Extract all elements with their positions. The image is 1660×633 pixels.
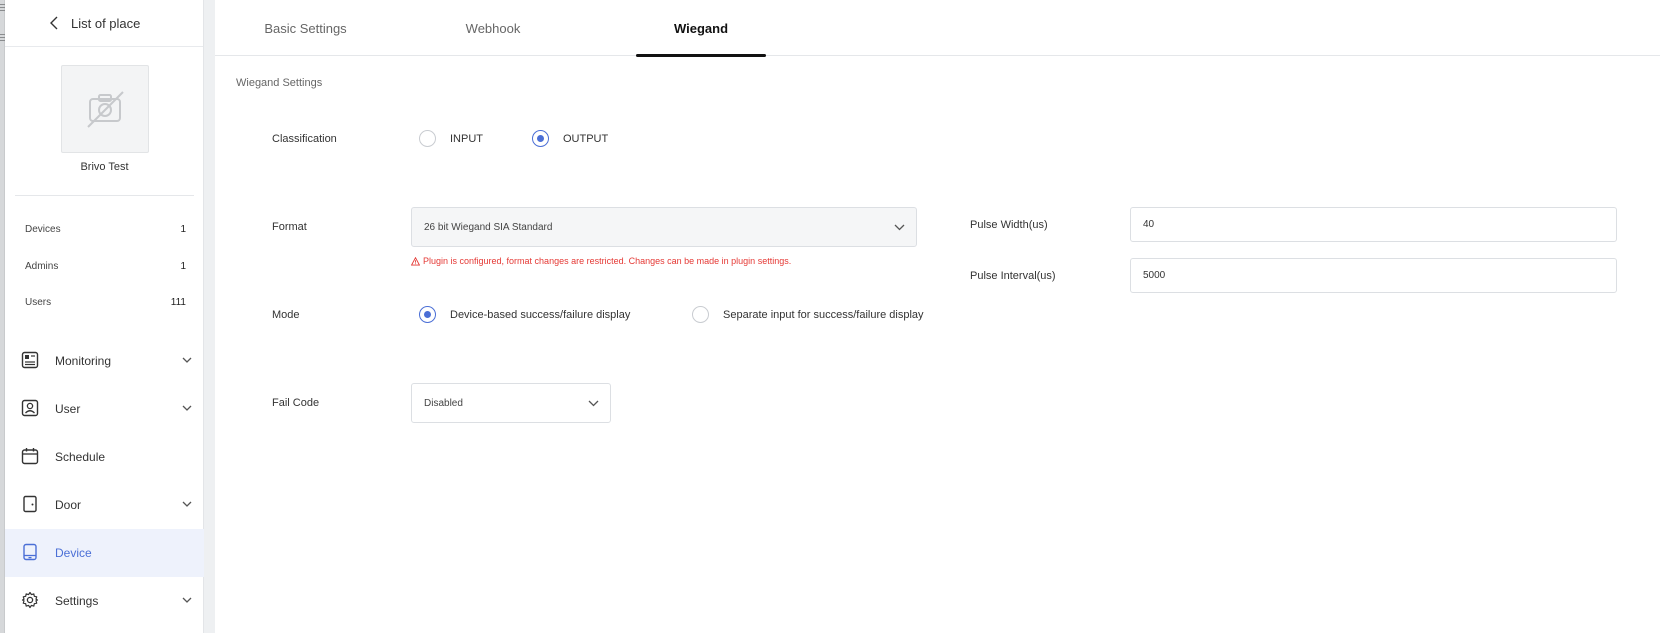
sidebar-item-label: Monitoring <box>55 354 112 368</box>
sidebar-item-monitoring[interactable]: Monitoring <box>5 337 204 385</box>
radio-dot <box>692 306 709 323</box>
pulse-width-input[interactable] <box>1130 207 1617 242</box>
fail-code-value: Disabled <box>424 397 463 409</box>
place-photo-placeholder <box>61 65 149 153</box>
radio-label: Device-based success/failure display <box>450 308 631 321</box>
stat-label: Users <box>25 297 52 308</box>
sidebar: List of place Brivo Test Devices 1 Admin… <box>5 0 204 633</box>
main-content: Basic Settings Webhook Wiegand Wiegand S… <box>215 0 1660 633</box>
sidebar-item-device[interactable]: Device <box>5 529 204 577</box>
pulse-interval-input[interactable] <box>1130 258 1617 293</box>
format-label: Format <box>272 221 307 233</box>
chevron-down-icon <box>588 400 599 407</box>
gear-icon <box>21 591 39 609</box>
monitoring-icon <box>21 351 39 369</box>
format-warning: Plugin is configured, format changes are… <box>411 256 791 266</box>
radio-dot <box>419 130 436 147</box>
stat-users: Users 111 <box>25 297 186 308</box>
fail-code-select[interactable]: Disabled <box>411 383 611 423</box>
format-value: 26 bit Wiegand SIA Standard <box>424 221 553 233</box>
back-label: List of place <box>71 15 141 31</box>
classification-label: Classification <box>272 133 337 145</box>
chevron-down-icon <box>182 357 192 363</box>
tab-bar: Basic Settings Webhook Wiegand <box>215 0 1660 57</box>
stat-value: 1 <box>180 224 186 235</box>
radio-dot <box>532 130 549 147</box>
sidebar-item-label: User <box>55 402 81 416</box>
warning-icon <box>411 256 420 266</box>
calendar-icon <box>21 448 39 465</box>
sidebar-item-settings[interactable]: Settings <box>5 577 204 625</box>
tab-wiegand[interactable]: Wiegand <box>636 0 766 57</box>
radio-label: INPUT <box>450 132 483 145</box>
radio-output[interactable]: OUTPUT <box>532 130 608 147</box>
sidebar-divider <box>15 195 194 196</box>
no-photo-icon <box>87 91 124 128</box>
format-warning-text: Plugin is configured, format changes are… <box>423 256 792 266</box>
tab-basic-settings[interactable]: Basic Settings <box>258 0 353 56</box>
user-icon <box>21 399 39 417</box>
radio-label: Separate input for success/failure displ… <box>723 308 924 321</box>
chevron-left-icon <box>50 16 58 30</box>
radio-mode-separate-input[interactable]: Separate input for success/failure displ… <box>692 306 924 323</box>
sidebar-item-label: Door <box>55 498 82 512</box>
door-icon <box>23 495 37 513</box>
pulse-interval-label: Pulse Interval(us) <box>970 270 1056 282</box>
stat-value: 111 <box>170 297 186 308</box>
sidebar-item-label: Device <box>55 546 92 560</box>
radio-dot <box>419 306 436 323</box>
sidebar-item-door[interactable]: Door <box>5 481 204 529</box>
format-select[interactable]: 26 bit Wiegand SIA Standard <box>411 207 917 247</box>
device-icon <box>23 543 37 561</box>
back-to-list-of-place-button[interactable]: List of place <box>5 0 203 47</box>
stat-value: 1 <box>180 261 186 272</box>
sidebar-item-user[interactable]: User <box>5 385 204 433</box>
chevron-down-icon <box>182 501 192 507</box>
fail-code-label: Fail Code <box>272 397 320 409</box>
pulse-width-label: Pulse Width(us) <box>970 219 1048 231</box>
stat-admins: Admins 1 <box>25 261 186 272</box>
stat-label: Admins <box>25 261 59 272</box>
tab-webhook[interactable]: Webhook <box>457 0 529 56</box>
sidebar-item-schedule[interactable]: Schedule <box>5 433 204 481</box>
mode-label: Mode <box>272 309 300 321</box>
chevron-down-icon <box>894 224 905 231</box>
section-title: Wiegand Settings <box>236 77 323 89</box>
place-name: Brivo Test <box>80 161 129 173</box>
chevron-down-icon <box>182 597 192 603</box>
sidebar-item-label: Schedule <box>55 450 106 464</box>
sidebar-item-label: Settings <box>55 594 99 608</box>
radio-input[interactable]: INPUT <box>419 130 483 147</box>
stat-devices: Devices 1 <box>25 224 186 235</box>
radio-mode-device-based[interactable]: Device-based success/failure display <box>419 306 630 323</box>
stat-label: Devices <box>25 224 61 235</box>
radio-label: OUTPUT <box>563 132 609 145</box>
chevron-down-icon <box>182 405 192 411</box>
